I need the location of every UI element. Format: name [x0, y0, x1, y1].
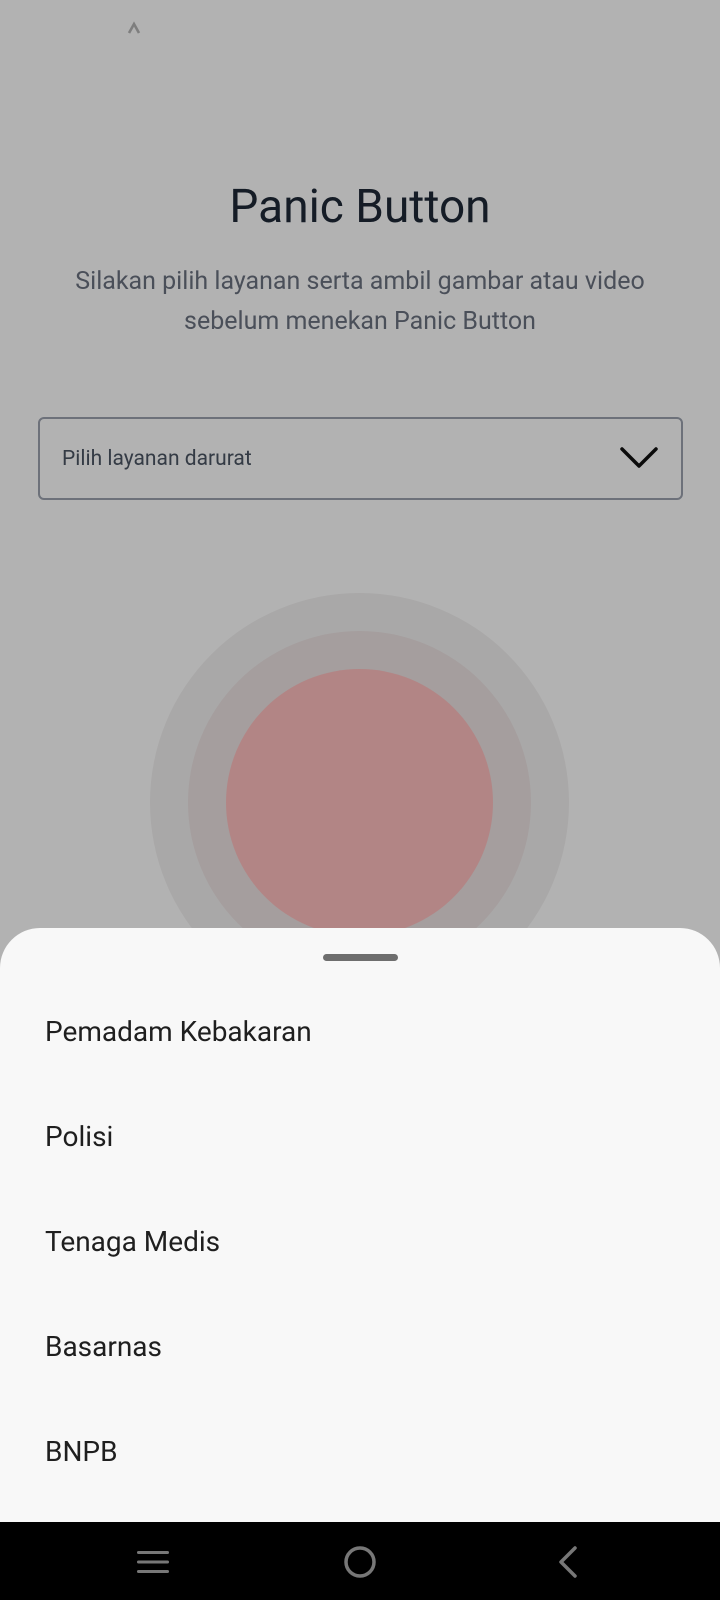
service-option-basarnas[interactable]: Basarnas — [0, 1294, 720, 1399]
service-option-bnpb[interactable]: BNPB — [0, 1399, 720, 1504]
service-option-pemadam-kebakaran[interactable]: Pemadam Kebakaran — [0, 979, 720, 1084]
service-list: Pemadam Kebakaran Polisi Tenaga Medis Ba… — [0, 979, 720, 1504]
drag-handle[interactable] — [323, 954, 398, 961]
service-bottom-sheet: Pemadam Kebakaran Polisi Tenaga Medis Ba… — [0, 928, 720, 1522]
service-option-tenaga-medis[interactable]: Tenaga Medis — [0, 1189, 720, 1294]
home-icon[interactable] — [338, 1540, 382, 1584]
service-option-polisi[interactable]: Polisi — [0, 1084, 720, 1189]
back-icon[interactable] — [546, 1540, 590, 1584]
system-nav-bar — [0, 1522, 720, 1600]
menu-icon[interactable] — [131, 1540, 175, 1584]
